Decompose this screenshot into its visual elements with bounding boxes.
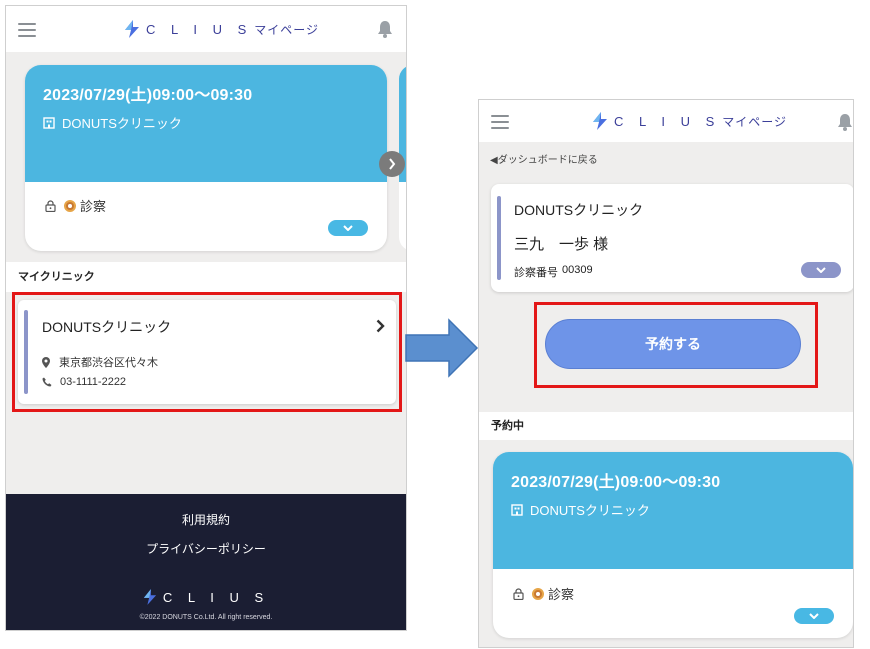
brand-logo: C L I U S マイページ <box>124 20 319 38</box>
exam-number: 00309 <box>562 264 593 276</box>
highlight-box <box>12 292 402 412</box>
appointment-type-row: 診察 <box>513 584 574 603</box>
appointment-clinic-row: DONUTSクリニック <box>511 500 835 519</box>
brand-logo: C L I U S マイページ <box>592 112 787 130</box>
lock-icon <box>513 587 524 600</box>
chevron-down-icon <box>809 613 819 619</box>
appointment-card[interactable]: 2023/07/29(土)09:00～09:30 DONUTSクリニック 診察 <box>493 452 853 638</box>
back-to-dashboard-link[interactable]: ◀ダッシュボードに戻る <box>490 151 598 166</box>
appointment-datetime: 2023/07/29(土)09:00～09:30 <box>511 474 721 491</box>
brand-subtitle: マイページ <box>254 22 320 37</box>
chevron-down-icon <box>816 267 826 273</box>
appointment-card-header: 2023/07/29(土)09:00～09:30 DONUTSクリニック <box>493 452 853 569</box>
expand-button[interactable] <box>328 220 368 236</box>
appointment-card[interactable]: 2023/07/29(土)09:00～09:30 DONUTSクリニック 診察 <box>25 65 387 251</box>
appointment-clinic-name: DONUTSクリニック <box>62 116 182 131</box>
chevron-down-icon <box>343 225 353 231</box>
footer-logo: C L I U S <box>6 589 406 605</box>
brand-subtitle: マイページ <box>722 114 788 129</box>
clius-logo-icon <box>143 589 156 605</box>
footer: 利用規約 プライバシーポリシー C L I U S ©2022 DONUTS C… <box>6 494 406 630</box>
exam-number-row: 診察番号 00309 <box>514 264 593 280</box>
terms-link[interactable]: 利用規約 <box>6 511 406 528</box>
patient-name: 三九 一歩 様 <box>514 236 609 253</box>
exam-number-label: 診察番号 <box>514 267 558 279</box>
clius-logo-icon <box>125 20 139 38</box>
menu-icon[interactable] <box>18 23 36 37</box>
clius-logo-icon <box>593 112 607 130</box>
appointment-card-body: 診察 <box>25 182 387 251</box>
appointment-type: 診察 <box>80 199 107 214</box>
lock-icon <box>45 199 56 212</box>
expand-button[interactable] <box>794 608 834 624</box>
transition-arrow-icon <box>405 318 479 378</box>
left-phone-screen: C L I U S マイページ 2023/07/29(土)09:00～09:30… <box>5 5 407 631</box>
patient-card: DONUTSクリニック 三九 一歩 様 診察番号 00309 <box>491 184 853 292</box>
appointment-clinic-row: DONUTSクリニック <box>43 113 369 132</box>
copyright: ©2022 DONUTS Co.Ltd. All right reserved. <box>139 614 273 621</box>
appointment-datetime: 2023/07/29(土)09:00～09:30 <box>43 87 253 104</box>
right-phone-screen: C L I U S マイページ ◀ダッシュボードに戻る DONUTSクリニック … <box>478 99 854 648</box>
expand-button[interactable] <box>801 262 841 278</box>
my-clinic-section-title: マイクリニック <box>6 262 406 292</box>
highlight-box <box>534 302 818 388</box>
menu-icon[interactable] <box>491 115 509 129</box>
carousel-next-button[interactable] <box>379 151 405 177</box>
footer-wordmark: C L I U S <box>162 589 270 605</box>
appointment-card-body: 診察 <box>493 569 853 638</box>
privacy-policy-link[interactable]: プライバシーポリシー <box>6 540 406 557</box>
donut-icon <box>532 587 544 600</box>
accent-bar <box>497 196 501 280</box>
appointment-type: 診察 <box>548 587 575 602</box>
app-header: C L I U S マイページ <box>6 6 406 52</box>
clinic-name: DONUTSクリニック <box>514 202 644 218</box>
brand-wordmark: C L I U S <box>614 113 721 129</box>
building-icon <box>511 503 523 516</box>
appointment-card-header: 2023/07/29(土)09:00～09:30 DONUTSクリニック <box>25 65 387 182</box>
chevron-right-icon <box>389 158 396 170</box>
reserved-section-title: 予約中 <box>479 412 853 440</box>
bell-icon[interactable] <box>837 113 853 131</box>
appointment-clinic-name: DONUTSクリニック <box>530 503 650 518</box>
app-header: C L I U S マイページ <box>479 100 853 142</box>
donut-icon <box>64 199 76 212</box>
brand-wordmark: C L I U S <box>146 21 253 37</box>
appointment-type-row: 診察 <box>45 196 106 215</box>
bell-icon[interactable] <box>377 20 393 38</box>
building-icon <box>43 116 55 129</box>
